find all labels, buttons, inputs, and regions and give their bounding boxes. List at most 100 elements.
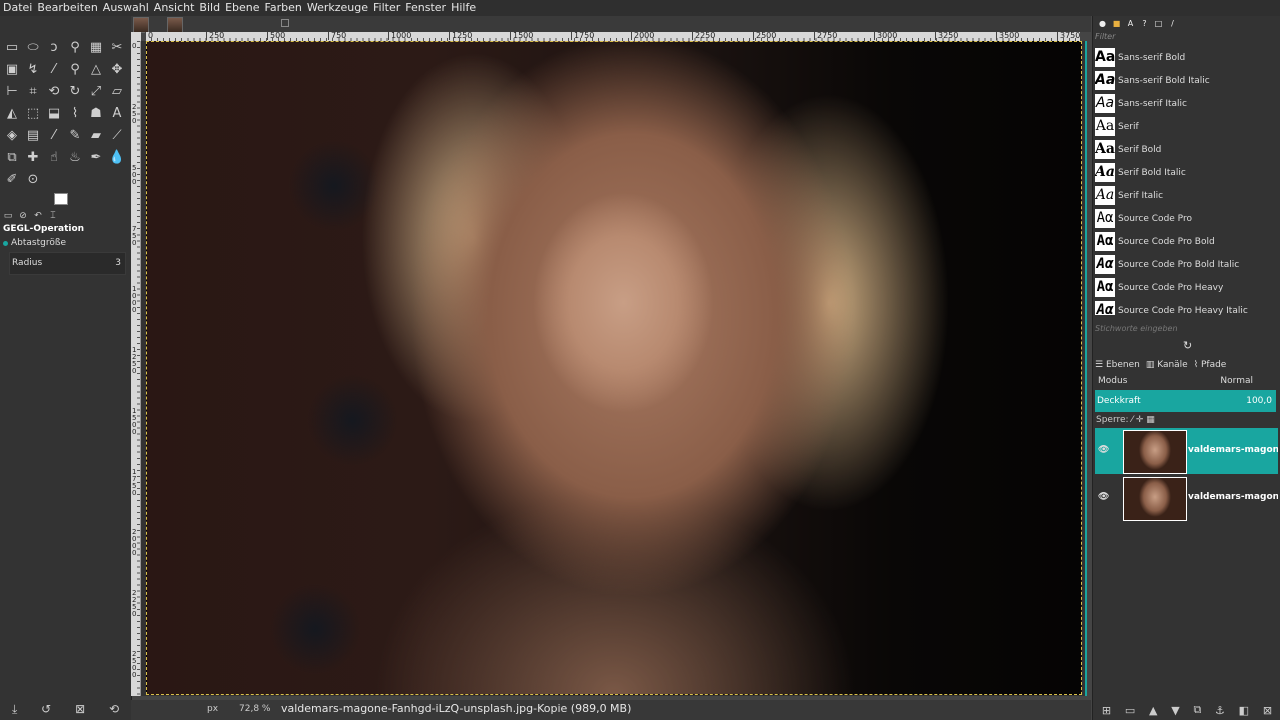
image-tab-thumbnail[interactable]: [167, 17, 183, 33]
menu-auswahl[interactable]: Auswahl: [100, 0, 151, 16]
paintbrush-icon[interactable]: ⁄: [44, 124, 64, 146]
raise-layer-icon[interactable]: ▲: [1149, 704, 1157, 717]
canvas-scrollbar[interactable]: [1085, 41, 1087, 696]
tag-input[interactable]: Stichworte eingeben: [1095, 324, 1275, 334]
font-list-item[interactable]: Aa Serif Bold: [1095, 138, 1273, 161]
visibility-eye-icon[interactable]: 👁: [1098, 445, 1109, 455]
mask-layer-icon[interactable]: ◧: [1239, 704, 1249, 717]
scissors-icon[interactable]: ✂: [107, 36, 127, 58]
visibility-eye-icon[interactable]: 👁: [1098, 492, 1109, 502]
blend-mode-row[interactable]: Modus Normal: [1095, 374, 1277, 388]
tab-paths[interactable]: ⌇ Pfade: [1194, 360, 1227, 370]
portrait-photo[interactable]: [146, 41, 1082, 695]
menu-bearbeiten[interactable]: Bearbeiten: [34, 0, 99, 16]
images-tab-icon[interactable]: ⌶: [47, 211, 59, 221]
colors-tab-icon[interactable]: □: [1153, 18, 1164, 29]
color-picker-icon[interactable]: ⁄: [44, 58, 64, 80]
flip-icon[interactable]: ◭: [2, 102, 22, 124]
duplicate-layer-icon[interactable]: ⧉: [1193, 703, 1201, 717]
delete-layer-icon[interactable]: ⊠: [1263, 704, 1272, 717]
font-list-item[interactable]: Aa Sans-serif Bold: [1095, 46, 1273, 69]
font-list-item[interactable]: Aα Source Code Pro Heavy: [1095, 276, 1273, 299]
patterns-tab-icon[interactable]: ■: [1111, 18, 1122, 29]
lower-layer-icon[interactable]: ▼: [1171, 704, 1179, 717]
font-list-item[interactable]: Aα Source Code Pro Bold: [1095, 230, 1273, 253]
zoom-select[interactable]: 72,8 %: [239, 704, 270, 714]
anchor-layer-icon[interactable]: ⚓: [1215, 704, 1225, 717]
unit-select[interactable]: px: [207, 704, 218, 714]
device-status-tab-icon[interactable]: ⊘: [17, 211, 29, 221]
airbrush-icon[interactable]: ⟋: [107, 124, 127, 146]
align-icon[interactable]: ⊢: [2, 80, 22, 102]
3d-transform-icon[interactable]: ⬓: [44, 102, 64, 124]
font-filter-input[interactable]: Filter: [1095, 32, 1275, 44]
lock-alpha-icon[interactable]: ▦: [1146, 415, 1155, 425]
sample-size-option[interactable]: Abtastgröße: [3, 238, 66, 248]
tab-layers[interactable]: ☰ Ebenen: [1095, 360, 1140, 370]
move-icon[interactable]: ✥: [107, 58, 127, 80]
handle-transform-icon[interactable]: ⊙: [23, 168, 43, 190]
heal-icon[interactable]: ✚: [23, 146, 43, 168]
menu-hilfe[interactable]: Hilfe: [448, 0, 478, 16]
eraser-icon[interactable]: ▰: [86, 124, 106, 146]
tool-options-tab-icon[interactable]: ▭: [2, 211, 14, 221]
radius-field[interactable]: Radius 3: [9, 252, 126, 275]
restore-options-icon[interactable]: ↺: [41, 702, 51, 716]
undo-history-tab-icon[interactable]: ↶: [32, 211, 44, 221]
menu-werkzeuge[interactable]: Werkzeuge: [304, 0, 370, 16]
shear-icon[interactable]: ▱: [107, 80, 127, 102]
layer-row[interactable]: 👁 valdemars-magone-Fanhgd-iLzQ-unsplash.…: [1095, 475, 1278, 521]
rotate-icon[interactable]: ↻: [65, 80, 85, 102]
new-layer-icon[interactable]: ⊞: [1102, 704, 1111, 717]
scale-icon[interactable]: ⤢: [86, 80, 106, 102]
crop-icon[interactable]: ⌗: [23, 80, 43, 102]
ink-icon[interactable]: ✒: [86, 146, 106, 168]
mode-select[interactable]: Normal: [1220, 376, 1253, 386]
new-group-icon[interactable]: ▭: [1125, 704, 1135, 717]
font-list-item[interactable]: Aα Source Code Pro Heavy Italic: [1095, 299, 1273, 315]
image-canvas-area[interactable]: [141, 41, 1087, 696]
mypaint-brush-icon[interactable]: ✐: [2, 168, 22, 190]
fuzzy-select-icon[interactable]: ⚲: [65, 36, 85, 58]
menu-farben[interactable]: Farben: [262, 0, 304, 16]
smudge-icon[interactable]: ☝: [44, 146, 64, 168]
menu-datei[interactable]: Datei: [0, 0, 34, 16]
blur-icon[interactable]: 💧: [107, 146, 127, 168]
menu-bild[interactable]: Bild: [196, 0, 222, 16]
reset-options-icon[interactable]: ⟲: [109, 702, 119, 716]
vertical-ruler[interactable]: 0 2 5 0 5 0 0 7 5 0 1 0 0 0 1 2 5 0 1 5 …: [131, 41, 141, 696]
lock-pixels-icon[interactable]: ⁄: [1131, 415, 1133, 425]
font-list-item[interactable]: Aa Serif: [1095, 115, 1273, 138]
warp-icon[interactable]: ⌇: [65, 102, 85, 124]
fonts-tab-icon[interactable]: A: [1125, 18, 1136, 29]
dodge-icon[interactable]: ♨: [65, 146, 85, 168]
rect-select-icon[interactable]: ▭: [2, 36, 22, 58]
font-list-item[interactable]: Aa Serif Italic: [1095, 184, 1273, 207]
cage-icon[interactable]: ☗: [86, 102, 106, 124]
close-icon[interactable]: [281, 19, 289, 27]
perspective-icon[interactable]: ⬚: [23, 102, 43, 124]
delete-options-icon[interactable]: ⊠: [75, 702, 85, 716]
font-list-item[interactable]: Aα Source Code Pro: [1095, 207, 1273, 230]
font-list-item[interactable]: Aa Serif Bold Italic: [1095, 161, 1273, 184]
gradient-icon[interactable]: ▤: [23, 124, 43, 146]
font-list-item[interactable]: Aα Source Code Pro Bold Italic: [1095, 253, 1273, 276]
bucket-fill-icon[interactable]: ◈: [2, 124, 22, 146]
refresh-icon[interactable]: ↻: [1183, 339, 1192, 352]
measure-icon[interactable]: △: [86, 58, 106, 80]
lock-position-icon[interactable]: ✛: [1136, 415, 1144, 425]
menu-fenster[interactable]: Fenster: [402, 0, 448, 16]
menu-ansicht[interactable]: Ansicht: [151, 0, 197, 16]
layer-row[interactable]: 👁 valdemars-magone-Fanhgd-iLzQ-unsplash.…: [1095, 428, 1278, 474]
zoom-icon[interactable]: ⚲: [65, 58, 85, 80]
save-options-icon[interactable]: ⤓: [12, 702, 17, 717]
select-by-color-icon[interactable]: ▦: [86, 36, 106, 58]
help-tab-icon[interactable]: ?: [1139, 18, 1150, 29]
menu-ebene[interactable]: Ebene: [222, 0, 261, 16]
foreground-color[interactable]: [54, 193, 68, 205]
paths-icon[interactable]: ↯: [23, 58, 43, 80]
image-tab-thumbnail[interactable]: [133, 17, 149, 33]
free-select-icon[interactable]: ↄ: [44, 36, 64, 58]
text-icon[interactable]: A: [107, 102, 127, 124]
pencil-icon[interactable]: ✎: [65, 124, 85, 146]
